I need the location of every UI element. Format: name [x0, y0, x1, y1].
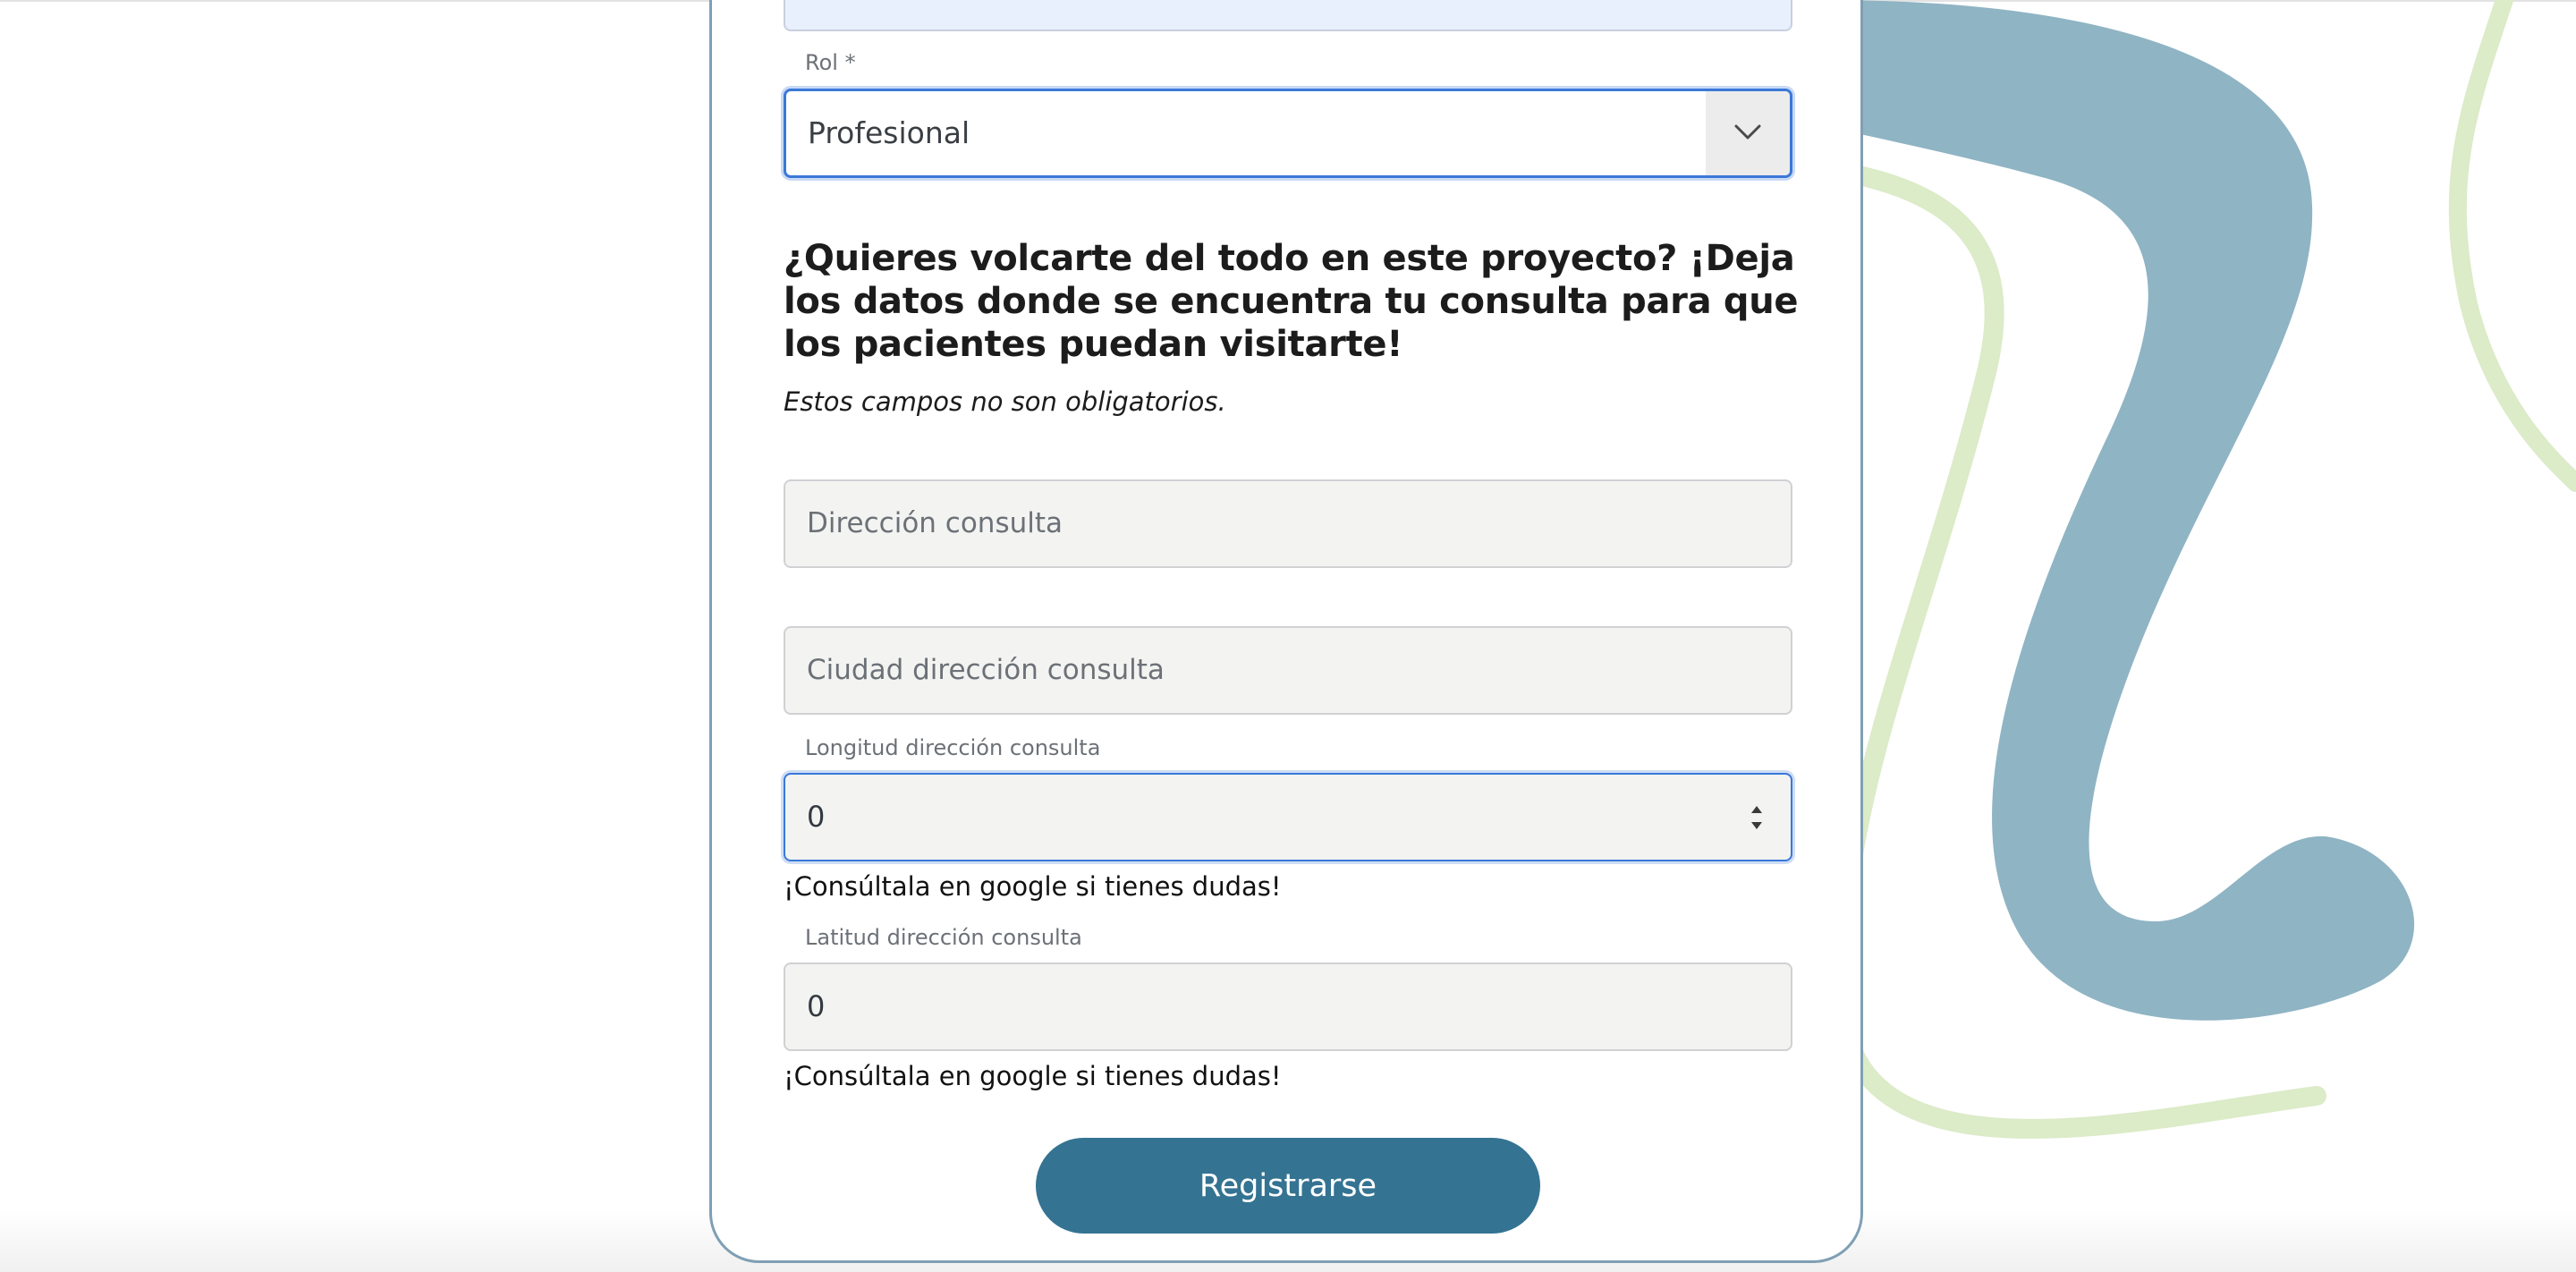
chevron-down-icon [1734, 124, 1761, 140]
role-selected-value: Profesional [808, 115, 970, 150]
address-field[interactable]: Dirección consulta [784, 479, 1792, 568]
longitude-value: 0 [807, 800, 826, 834]
latitude-help-text: ¡Consúltala en google si tienes dudas! [784, 1061, 1282, 1091]
optional-note: Estos campos no son obligatorios. [784, 386, 1226, 417]
role-select[interactable]: Profesional [784, 89, 1792, 178]
city-placeholder: Ciudad dirección consulta [807, 654, 1165, 686]
city-field[interactable]: Ciudad dirección consulta [784, 626, 1792, 715]
latitude-field[interactable]: 0 [784, 962, 1792, 1051]
longitude-field[interactable]: 0 [784, 773, 1792, 861]
background-green-curve-right [2448, 0, 2576, 492]
register-button[interactable]: Registrarse [1036, 1138, 1540, 1234]
latitude-value: 0 [807, 989, 826, 1023]
longitude-label: Longitud dirección consulta [805, 735, 1101, 760]
section-heading: ¿Quieres volcarte del todo en este proye… [784, 238, 1799, 365]
page: Rol * Profesional ¿Quieres volcarte del … [0, 0, 2576, 1272]
address-placeholder: Dirección consulta [807, 507, 1063, 539]
longitude-help-text: ¡Consúltala en google si tienes dudas! [784, 871, 1282, 902]
previous-input-field[interactable] [784, 0, 1792, 31]
latitude-label: Latitud dirección consulta [805, 925, 1082, 950]
role-select-arrow[interactable] [1706, 91, 1790, 175]
spinner-arrows-icon[interactable] [1750, 803, 1764, 832]
role-label: Rol * [805, 50, 856, 75]
